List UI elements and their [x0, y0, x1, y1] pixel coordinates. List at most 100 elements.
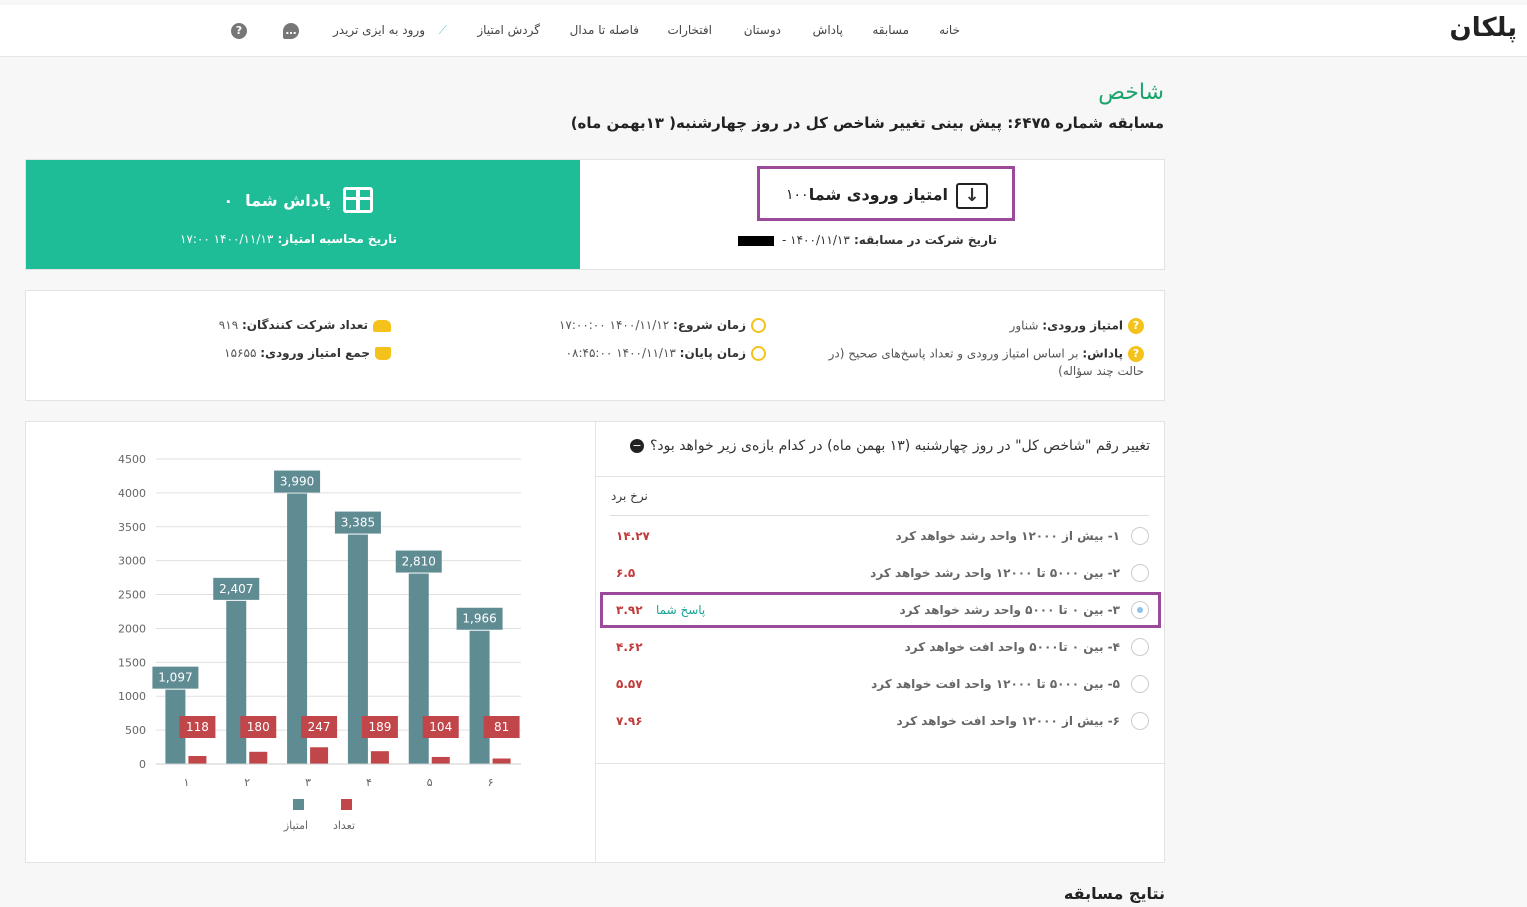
y-tick-label: 2000 — [118, 622, 146, 635]
nav-easytrader-login[interactable]: ⟋ — [435, 23, 447, 38]
entry-type-label: امتیاز ورودی: — [1042, 318, 1123, 333]
bar-tedad — [249, 751, 268, 764]
bar-tedad — [492, 758, 511, 764]
end-time-info: زمان پایان: ۱۴۰۰/۱۱/۱۳ ۰۸:۴۵:۰۰ — [566, 346, 766, 361]
option-radio[interactable] — [1131, 527, 1149, 545]
nav-easytrader-label[interactable]: ورود به ایزی تریدر — [333, 23, 425, 37]
entry-score-box: ↓ امتیاز ورودی شما ۱۰۰ — [757, 166, 1015, 221]
option-rate: ۴.۶۲ — [616, 640, 643, 654]
reward-panel: ۰ پاداش شما تاریخ محاسبه امتیاز: ۱۴۰۰/۱۱… — [26, 160, 580, 269]
question-label: تغییر رقم "شاخص کل" در روز چهارشنبه (۱۳ … — [649, 438, 1150, 454]
people-icon — [373, 319, 391, 332]
option-radio[interactable] — [1131, 564, 1149, 582]
legend-swatch — [293, 799, 304, 810]
bar-tedad — [310, 747, 329, 764]
data-label-tedad: 189 — [368, 720, 391, 734]
bar-tedad — [188, 756, 207, 764]
data-label-amtiaz: 1,097 — [158, 671, 192, 685]
end-time-label: زمان پایان: — [679, 346, 746, 360]
reward-title: ۰ پاداش شما — [203, 187, 373, 213]
results-bar-chart: 0 500 1000 1500 2000 2500 3000 3500 4000 4500 1,09… — [118, 453, 521, 832]
question-icon: ? — [1128, 318, 1144, 334]
option-label: ۶- بیش از ۱۲۰۰۰ واحد افت خواهد کرد — [896, 714, 1120, 728]
reward-rule-label: پاداش: — [1082, 346, 1123, 361]
option-radio[interactable] — [1131, 675, 1149, 693]
bar-tedad — [370, 751, 389, 764]
reward-date: تاریخ محاسبه امتیاز: ۱۴۰۰/۱۱/۱۳ ۱۷:۰۰ — [180, 232, 397, 246]
brand-logo[interactable]: پلکان — [1450, 13, 1517, 43]
x-tick-label: ۲ — [244, 776, 250, 789]
selected-answer-highlight — [600, 592, 1161, 628]
y-tick-label: 2500 — [118, 589, 146, 602]
total-entry-value: ۱۵۶۵۵ — [224, 346, 257, 360]
card-divider — [595, 422, 596, 862]
total-entry-label: جمع امتیاز ورودی: — [260, 346, 370, 360]
nav-points-history[interactable]: گردش امتیاز — [477, 23, 540, 37]
collapse-icon[interactable]: − — [629, 439, 644, 453]
data-label-amtiaz: 1,966 — [462, 612, 496, 626]
option-label: ۲- بین ۵۰۰۰ تا ۱۲۰۰۰ واحد رشد خواهد کرد — [870, 566, 1120, 580]
x-tick-label: ۳ — [305, 776, 311, 789]
basket-icon — [375, 347, 391, 360]
data-label-tedad: 118 — [186, 720, 209, 734]
option-radio[interactable] — [1131, 638, 1149, 656]
y-tick-label: 3000 — [118, 555, 146, 568]
data-label-tedad: 81 — [494, 720, 509, 734]
results-heading: نتایج مسابقه — [1063, 884, 1165, 903]
question-text: تغییر رقم "شاخص کل" در روز چهارشنبه (۱۳ … — [629, 438, 1150, 454]
y-tick-label: 3500 — [118, 521, 146, 534]
legend-swatch — [341, 799, 352, 810]
top-navbar: پلکان خانه مسابقه پاداش دوستان افتخارات … — [0, 5, 1527, 57]
option-6[interactable]: ۶- بیش از ۱۲۰۰۰ واحد افت خواهد کرد ۷.۹۶ — [610, 711, 1150, 731]
reward-rule-value: بر اساس امتیاز ورودی و تعداد پاسخ‌های صح… — [828, 346, 1079, 361]
page-title: شاخص — [1098, 80, 1164, 105]
y-tick-label: 1500 — [118, 656, 146, 669]
x-tick-label: ۱ — [183, 776, 189, 789]
option-1[interactable]: ۱- بیش از ۱۲۰۰۰ واحد رشد خواهد کرد ۱۴.۲۷ — [610, 526, 1150, 546]
nav-honors[interactable]: افتخارات — [667, 23, 712, 37]
nav-distance-to-medal[interactable]: فاصله تا مدال — [570, 23, 639, 37]
entry-score-label: امتیاز ورودی شما — [808, 185, 948, 204]
y-tick-label: 0 — [139, 758, 146, 771]
data-label-tedad: 104 — [429, 720, 452, 734]
participants-value: ۹۱۹ — [218, 318, 239, 332]
redacted-time — [737, 235, 774, 246]
nav-reward[interactable]: پاداش — [813, 23, 843, 37]
download-icon: ↓ — [956, 183, 988, 209]
x-tick-label: ۵ — [427, 776, 433, 789]
rate-header-underline — [610, 515, 1149, 516]
y-tick-label: 4500 — [118, 453, 146, 466]
legend-label: امتیاز — [283, 819, 308, 832]
help-icon[interactable]: ? — [231, 23, 247, 39]
chat-icon[interactable]: … — [283, 23, 299, 39]
entry-type-value: شناور — [1009, 318, 1039, 333]
option-rate: ۱۴.۲۷ — [616, 529, 650, 543]
option-label: ۱- بیش از ۱۲۰۰۰ واحد رشد خواهد کرد — [895, 529, 1120, 543]
start-time-info: زمان شروع: ۱۴۰۰/۱۱/۱۲ ۱۷:۰۰:۰۰ — [559, 318, 766, 333]
start-time-value: ۱۴۰۰/۱۱/۱۲ ۱۷:۰۰:۰۰ — [558, 318, 670, 332]
nav-friends[interactable]: دوستان — [744, 23, 781, 37]
reward-label: پاداش شما — [245, 190, 331, 210]
question-icon: ? — [1128, 346, 1144, 362]
option-4[interactable]: ۴- بین ۰ تا۵۰۰۰ واحد افت خواهد کرد ۴.۶۲ — [610, 637, 1150, 657]
contest-subtitle: مسابقه شماره ۶۴۷۵: پیش بینی تغییر شاخص ک… — [570, 114, 1164, 132]
nav-contest[interactable]: مسابقه — [872, 23, 909, 37]
win-rate-header: نرخ برد — [611, 489, 648, 503]
total-entry-info: جمع امتیاز ورودی: ۱۵۶۵۵ — [224, 346, 391, 360]
option-2[interactable]: ۲- بین ۵۰۰۰ تا ۱۲۰۰۰ واحد رشد خواهد کرد … — [610, 563, 1150, 583]
x-tick-label: ۴ — [366, 776, 372, 789]
end-time-value: ۱۴۰۰/۱۱/۱۳ ۰۸:۴۵:۰۰ — [565, 346, 676, 360]
option-5[interactable]: ۵- بین ۵۰۰۰ تا ۱۲۰۰۰ واحد افت خواهد کرد … — [610, 674, 1150, 694]
reward-date-value: ۱۴۰۰/۱۱/۱۳ ۱۷:۰۰ — [179, 232, 274, 246]
entry-date-value: ۱۴۰۰/۱۱/۱۳ - — [782, 233, 850, 247]
y-tick-label: 4000 — [118, 487, 146, 500]
option-radio[interactable] — [1131, 712, 1149, 730]
option-label: ۴- بین ۰ تا۵۰۰۰ واحد افت خواهد کرد — [904, 640, 1120, 654]
reward-rule-info: ? پاداش: بر اساس امتیاز ورودی و تعداد پاس… — [829, 346, 1144, 362]
entry-type-info: ? امتیاز ورودی: شناور — [1010, 318, 1144, 334]
question-header-divider — [596, 476, 1164, 477]
data-label-amtiaz: 3,990 — [280, 475, 314, 489]
legend-label: تعداد — [333, 819, 355, 832]
nav-home[interactable]: خانه — [939, 23, 960, 37]
data-label-amtiaz: 2,407 — [219, 582, 253, 596]
